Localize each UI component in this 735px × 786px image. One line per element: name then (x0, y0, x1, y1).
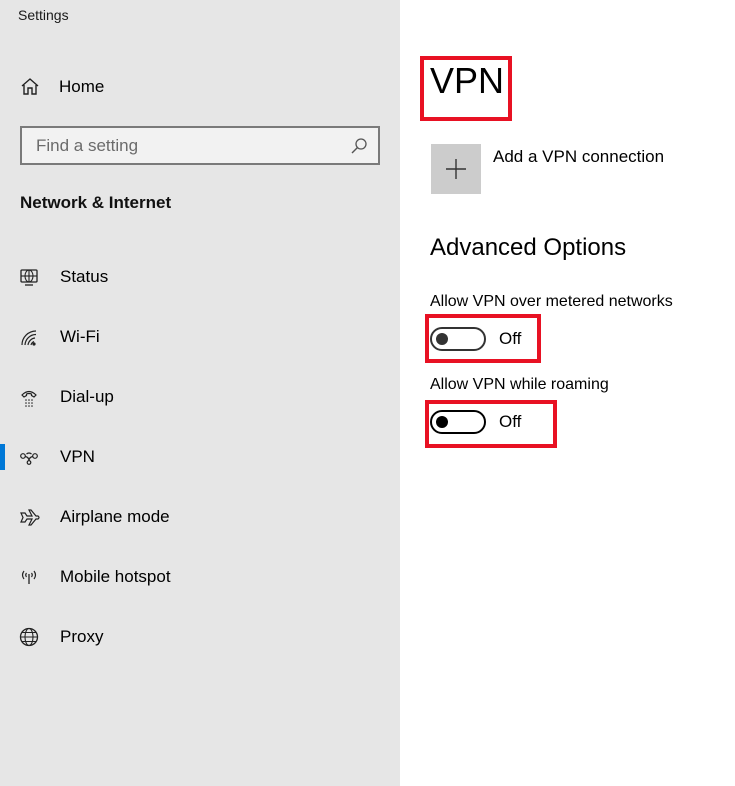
plus-icon (446, 159, 466, 179)
toggle-knob (436, 333, 448, 345)
toggle-knob (436, 416, 448, 428)
add-vpn-label[interactable]: Add a VPN connection (493, 147, 664, 167)
sidebar-item-label: Home (59, 77, 105, 96)
roaming-state: Off (499, 412, 522, 431)
sidebar-item-home[interactable]: Home (0, 70, 400, 104)
sidebar-item-label: Airplane mode (60, 507, 170, 526)
metered-networks-state: Off (499, 329, 522, 348)
metered-networks-label: Allow VPN over metered networks (430, 293, 673, 310)
sidebar-item-proxy[interactable]: Proxy (0, 617, 400, 657)
app-title: Settings (18, 7, 69, 23)
sidebar-item-label: Wi-Fi (60, 327, 100, 346)
search-icon[interactable] (350, 137, 368, 155)
wifi-icon (19, 327, 41, 349)
roaming-toggle[interactable] (430, 410, 486, 434)
sidebar-item-label: Status (60, 267, 109, 286)
sidebar-item-vpn[interactable]: VPN (0, 437, 400, 477)
sidebar-item-status[interactable]: Status (0, 257, 400, 297)
roaming-label: Allow VPN while roaming (430, 376, 609, 393)
sidebar-item-wifi[interactable]: Wi-Fi (0, 317, 400, 357)
selected-indicator (0, 444, 5, 470)
sidebar-item-dialup[interactable]: Dial-up (0, 377, 400, 417)
hotspot-icon (19, 567, 41, 589)
advanced-options-heading: Advanced Options (430, 234, 627, 261)
sidebar-item-label: Dial-up (60, 387, 114, 406)
add-vpn-button[interactable] (431, 144, 481, 194)
home-icon (20, 77, 40, 97)
page-title: VPN (430, 60, 505, 101)
sidebar-item-airplane-mode[interactable]: Airplane mode (0, 497, 400, 537)
phone-icon (19, 387, 41, 409)
section-title: Network & Internet (20, 193, 172, 212)
search-box[interactable] (20, 126, 380, 165)
sidebar-item-label: Proxy (60, 627, 104, 646)
metered-networks-toggle[interactable] (430, 327, 486, 351)
globe-monitor-icon (19, 267, 41, 289)
sidebar-item-label: VPN (60, 447, 95, 466)
search-input[interactable] (22, 128, 342, 163)
vpn-icon (19, 447, 41, 469)
globe-icon (19, 627, 41, 649)
airplane-icon (19, 507, 41, 529)
sidebar-item-mobile-hotspot[interactable]: Mobile hotspot (0, 557, 400, 597)
sidebar-item-label: Mobile hotspot (60, 567, 171, 586)
sidebar: Settings Home Network & Internet Status … (0, 0, 400, 786)
